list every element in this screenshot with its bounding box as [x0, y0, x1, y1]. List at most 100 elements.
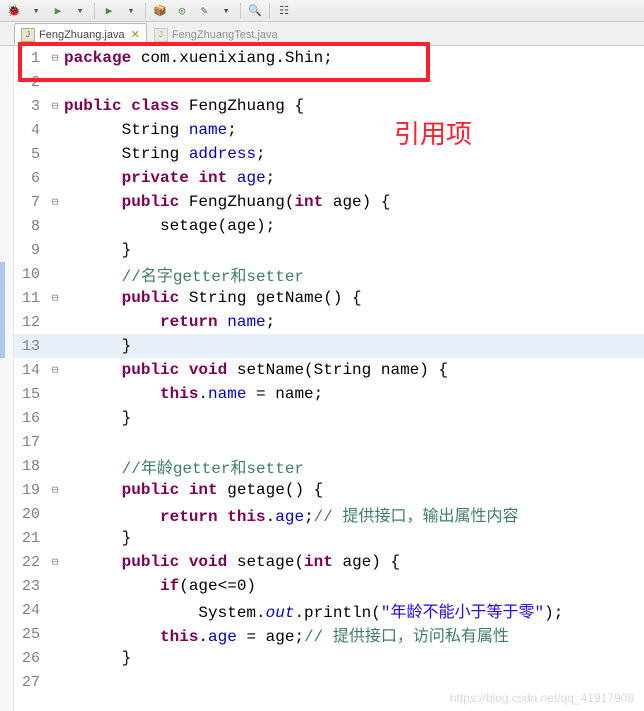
watermark: https://blog.csdn.net/qq_41917908 — [450, 691, 634, 705]
line-number: 3 — [14, 98, 48, 115]
code-line[interactable]: 23 if(age<=0) — [14, 574, 644, 598]
code-line[interactable]: 3⊟public class FengZhuang { — [14, 94, 644, 118]
line-number: 25 — [14, 626, 48, 643]
line-number: 18 — [14, 458, 48, 475]
code-text[interactable]: } — [62, 529, 131, 547]
code-text[interactable]: return this.age;// 提供接口，输出属性内容 — [62, 502, 518, 526]
code-text[interactable]: private int age; — [62, 169, 275, 187]
line-number: 12 — [14, 314, 48, 331]
tab-bar: J FengZhuang.java ✕ J FengZhuangTest.jav… — [0, 22, 644, 46]
dropdown-icon[interactable]: ▾ — [121, 2, 141, 20]
code-line[interactable]: 16 } — [14, 406, 644, 430]
code-line[interactable]: 8 setage(age); — [14, 214, 644, 238]
code-text[interactable]: System.out.println("年龄不能小于等于零"); — [62, 598, 563, 622]
line-number: 23 — [14, 578, 48, 595]
line-number: 10 — [14, 266, 48, 283]
java-file-icon: J — [21, 28, 35, 42]
dropdown-icon[interactable]: ▾ — [26, 2, 46, 20]
code-line[interactable]: 4 String name; — [14, 118, 644, 142]
editor[interactable]: 1⊟package com.xuenixiang.Shin;23⊟public … — [0, 46, 644, 711]
code-line[interactable]: 22⊟ public void setage(int age) { — [14, 550, 644, 574]
annotation-label: 引用项 — [394, 114, 472, 151]
code-text[interactable]: } — [62, 409, 131, 427]
code-line[interactable]: 17 — [14, 430, 644, 454]
toolbar: 🐞 ▾ ▶ ▾ ▶ ▾ 📦 ◎ ✎ ▾ 🔍 ☷ — [0, 0, 644, 22]
separator — [145, 3, 146, 19]
code-line[interactable]: 19⊟ public int getage() { — [14, 478, 644, 502]
fold-toggle[interactable]: ⊟ — [48, 291, 62, 305]
line-number: 17 — [14, 434, 48, 451]
code-text[interactable]: String name; — [62, 121, 237, 139]
new-package-icon[interactable]: 📦 — [150, 2, 170, 20]
code-line[interactable]: 12 return name; — [14, 310, 644, 334]
code-text[interactable]: if(age<=0) — [62, 577, 256, 595]
code-text[interactable]: } — [62, 649, 131, 667]
dropdown-icon[interactable]: ▾ — [70, 2, 90, 20]
line-number: 5 — [14, 146, 48, 163]
search-icon[interactable]: 🔍 — [245, 2, 265, 20]
close-icon[interactable]: ✕ — [131, 28, 140, 41]
tab-label: FengZhuang.java — [39, 29, 125, 41]
code-text[interactable]: setage(age); — [62, 217, 275, 235]
code-line[interactable]: 15 this.name = name; — [14, 382, 644, 406]
fold-toggle[interactable]: ⊟ — [48, 363, 62, 377]
code-text[interactable]: public void setName(String name) { — [62, 361, 448, 379]
line-number: 27 — [14, 674, 48, 691]
fold-toggle[interactable]: ⊟ — [48, 195, 62, 209]
tab-label: FengZhuangTest.java — [172, 29, 278, 41]
code-text[interactable]: //名字getter和setter — [62, 262, 304, 286]
tab-fengzhuangtest[interactable]: J FengZhuangTest.java — [147, 23, 285, 45]
code-line[interactable]: 20 return this.age;// 提供接口，输出属性内容 — [14, 502, 644, 526]
code-text[interactable]: public int getage() { — [62, 481, 323, 499]
code-text[interactable]: } — [62, 337, 131, 355]
code-text[interactable]: String address; — [62, 145, 266, 163]
change-marker — [0, 262, 5, 358]
code-line[interactable]: 9 } — [14, 238, 644, 262]
code-line[interactable]: 2 — [14, 70, 644, 94]
code-line[interactable]: 10 //名字getter和setter — [14, 262, 644, 286]
tab-fengzhuang[interactable]: J FengZhuang.java ✕ — [14, 23, 147, 45]
marker-gutter — [0, 46, 14, 711]
code-text[interactable]: } — [62, 241, 131, 259]
code-line[interactable]: 6 private int age; — [14, 166, 644, 190]
code-text[interactable]: public String getName() { — [62, 289, 362, 307]
new-class-icon[interactable]: ◎ — [172, 2, 192, 20]
run-icon[interactable]: ▶ — [48, 2, 68, 20]
code-line[interactable]: 18 //年龄getter和setter — [14, 454, 644, 478]
code-line[interactable]: 13 } — [14, 334, 644, 358]
code-line[interactable]: 24 System.out.println("年龄不能小于等于零"); — [14, 598, 644, 622]
code-text[interactable]: public class FengZhuang { — [62, 97, 304, 115]
debug-icon[interactable]: 🐞 — [4, 2, 24, 20]
code-line[interactable]: 25 this.age = age;// 提供接口，访问私有属性 — [14, 622, 644, 646]
code-text[interactable]: //年龄getter和setter — [62, 454, 304, 478]
code-text[interactable]: public FengZhuang(int age) { — [62, 193, 390, 211]
separator — [269, 3, 270, 19]
nav-icon[interactable]: ☷ — [274, 2, 294, 20]
code-line[interactable]: 11⊟ public String getName() { — [14, 286, 644, 310]
code-line[interactable]: 26 } — [14, 646, 644, 670]
fold-toggle[interactable]: ⊟ — [48, 483, 62, 497]
fold-toggle[interactable]: ⊟ — [48, 99, 62, 113]
code-text[interactable]: public void setage(int age) { — [62, 553, 400, 571]
separator — [240, 3, 241, 19]
fold-toggle[interactable]: ⊟ — [48, 555, 62, 569]
code-line[interactable]: 7⊟ public FengZhuang(int age) { — [14, 190, 644, 214]
code-line[interactable]: 5 String address; — [14, 142, 644, 166]
separator — [94, 3, 95, 19]
code-line[interactable]: 21 } — [14, 526, 644, 550]
dropdown-icon[interactable]: ▾ — [216, 2, 236, 20]
code-line[interactable]: 14⊟ public void setName(String name) { — [14, 358, 644, 382]
code-text[interactable]: this.age = age;// 提供接口，访问私有属性 — [62, 622, 509, 646]
line-number: 2 — [14, 74, 48, 91]
code-body[interactable]: 1⊟package com.xuenixiang.Shin;23⊟public … — [14, 46, 644, 711]
wand-icon[interactable]: ✎ — [194, 2, 214, 20]
run-ext-icon[interactable]: ▶ — [99, 2, 119, 20]
fold-toggle[interactable]: ⊟ — [48, 51, 62, 65]
line-number: 1 — [14, 50, 48, 67]
line-number: 9 — [14, 242, 48, 259]
code-text[interactable]: return name; — [62, 313, 275, 331]
line-number: 8 — [14, 218, 48, 235]
code-line[interactable]: 1⊟package com.xuenixiang.Shin; — [14, 46, 644, 70]
code-text[interactable]: package com.xuenixiang.Shin; — [62, 49, 333, 67]
code-text[interactable]: this.name = name; — [62, 385, 323, 403]
